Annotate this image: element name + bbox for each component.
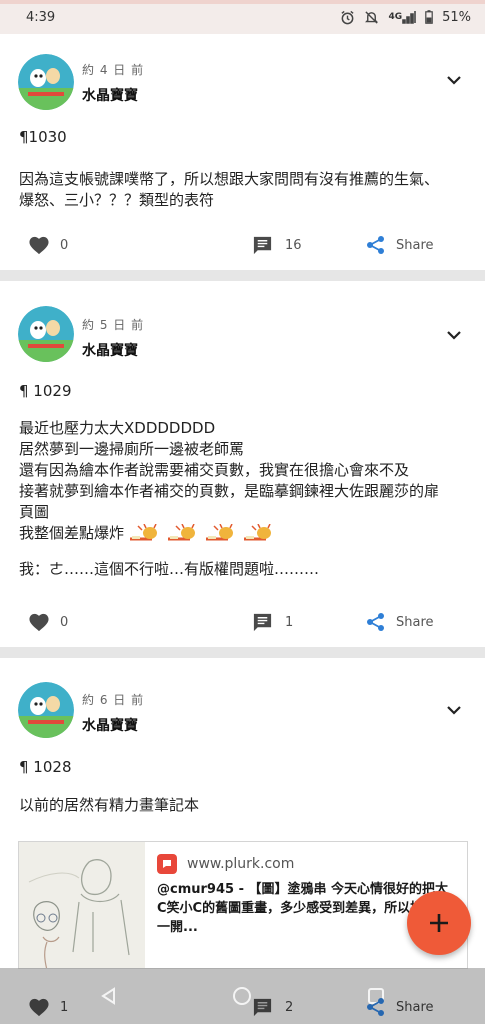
post-line: 接著就夢到繪本作者補交的頁數，是臨摹鋼鍊裡大佐跟麗莎的扉 [19, 482, 440, 500]
author-name[interactable]: 水晶寶寶 [82, 85, 138, 105]
heart-icon [29, 613, 49, 632]
plus-icon [430, 914, 448, 932]
post-line: ¶ 1029 [19, 382, 72, 400]
post-line: 我：ㄜ……這個不行啦…有版權問題啦……… [19, 560, 320, 578]
author-avatar[interactable] [18, 306, 74, 362]
heart-icon [29, 998, 49, 1017]
comment-count: 1 [285, 614, 294, 630]
share-icon [367, 236, 384, 254]
status-bar: 4:39 4G 51% [0, 0, 485, 34]
explosion-emoticon [130, 523, 272, 540]
post-time: 約 5 日 前 [82, 318, 145, 332]
post-content: ¶ 1028 以前的居然有精力畫筆記本 [19, 757, 469, 816]
share-icon [367, 613, 384, 631]
signal-icon: 4G [388, 10, 416, 24]
post-divider [0, 270, 485, 281]
like-button[interactable]: 1 [28, 997, 68, 1017]
battery-level: 51% [442, 9, 471, 25]
chevron-down-icon[interactable] [441, 697, 467, 723]
like-count: 0 [60, 614, 69, 630]
comment-button[interactable]: 2 [252, 997, 293, 1018]
comment-button[interactable]: 1 [252, 607, 293, 637]
like-button[interactable]: 0 [28, 230, 68, 260]
share-button[interactable]: Share [366, 607, 434, 637]
comment-count: 16 [285, 237, 302, 253]
chevron-down-icon[interactable] [441, 67, 467, 93]
like-count: 0 [60, 237, 69, 253]
post-actions: 0 16 Share [0, 230, 485, 260]
alarm-icon [340, 10, 355, 25]
post-line: ¶1030 [19, 128, 67, 146]
share-button[interactable]: Share [366, 997, 434, 1017]
status-bar-accent [0, 0, 485, 4]
author-name[interactable]: 水晶寶寶 [82, 340, 138, 360]
post-divider [0, 647, 485, 658]
link-site: www.plurk.com [157, 854, 294, 874]
chevron-down-icon[interactable] [441, 322, 467, 348]
post-line: 頁圖 [19, 503, 50, 521]
comment-icon [253, 236, 272, 254]
link-thumbnail [19, 842, 145, 968]
author-name[interactable]: 水晶寶寶 [82, 715, 138, 735]
comment-button[interactable]: 16 [252, 230, 302, 260]
share-label: Share [396, 999, 434, 1015]
mute-icon [364, 10, 379, 25]
post-time: 約 6 日 前 [82, 693, 145, 707]
plurk-logo-icon [157, 854, 177, 874]
post-time: 約 4 日 前 [82, 63, 145, 77]
post-line-with-emotes: 我整個差點爆炸 [19, 523, 469, 544]
comment-count: 2 [285, 1000, 294, 1015]
post-line: 最近也壓力太大XDDDDDDD [19, 419, 216, 437]
like-count: 1 [60, 999, 69, 1015]
post-line: 爆怒、三小？？？類型的表符 [19, 191, 215, 209]
post-actions: 1 2 Share [0, 997, 485, 1024]
link-domain: www.plurk.com [187, 856, 295, 872]
heart-icon [29, 236, 49, 255]
author-avatar[interactable] [18, 682, 74, 738]
post-content: ¶ 1029 最近也壓力太大XDDDDDDD 居然夢到一邊掃廁所一邊被老師罵 還… [19, 381, 469, 580]
post-line: 還有因為繪本作者說需要補交頁數，我實在很擔心會來不及 [19, 461, 410, 479]
post-line: 我整個差點爆炸 [19, 524, 125, 542]
share-icon [367, 998, 384, 1016]
post-line: 居然夢到一邊掃廁所一邊被老師罵 [19, 440, 245, 458]
share-label: Share [396, 237, 434, 253]
post-line: 因為這支帳號課噗幣了，所以想跟大家問問有沒有推薦的生氣、 [19, 170, 440, 188]
battery-icon [425, 10, 433, 24]
post-line: 以前的居然有精力畫筆記本 [19, 796, 200, 814]
author-avatar[interactable] [18, 54, 74, 110]
post-card: 約 4 日 前 水晶寶寶 ¶1030 因為這支帳號課噗幣了，所以想跟大家問問有沒… [0, 34, 485, 270]
post-content: ¶1030 因為這支帳號課噗幣了，所以想跟大家問問有沒有推薦的生氣、 爆怒、三小… [19, 127, 469, 211]
post-card: 約 5 日 前 水晶寶寶 ¶ 1029 最近也壓力太大XDDDDDDD 居然夢到… [0, 281, 485, 647]
comment-icon [253, 998, 272, 1017]
post-actions: 0 1 Share [0, 607, 485, 637]
new-post-button[interactable] [407, 891, 471, 955]
link-preview-card[interactable]: www.plurk.com @cmur945 - 【圖】塗鴉串 今天心情很好的把… [18, 841, 468, 969]
network-type: 4G [388, 12, 403, 22]
share-label: Share [396, 614, 434, 630]
status-time: 4:39 [26, 9, 56, 25]
post-line: ¶ 1028 [19, 758, 72, 776]
like-button[interactable]: 0 [28, 607, 68, 637]
comment-icon [253, 613, 272, 631]
share-button[interactable]: Share [366, 230, 434, 260]
